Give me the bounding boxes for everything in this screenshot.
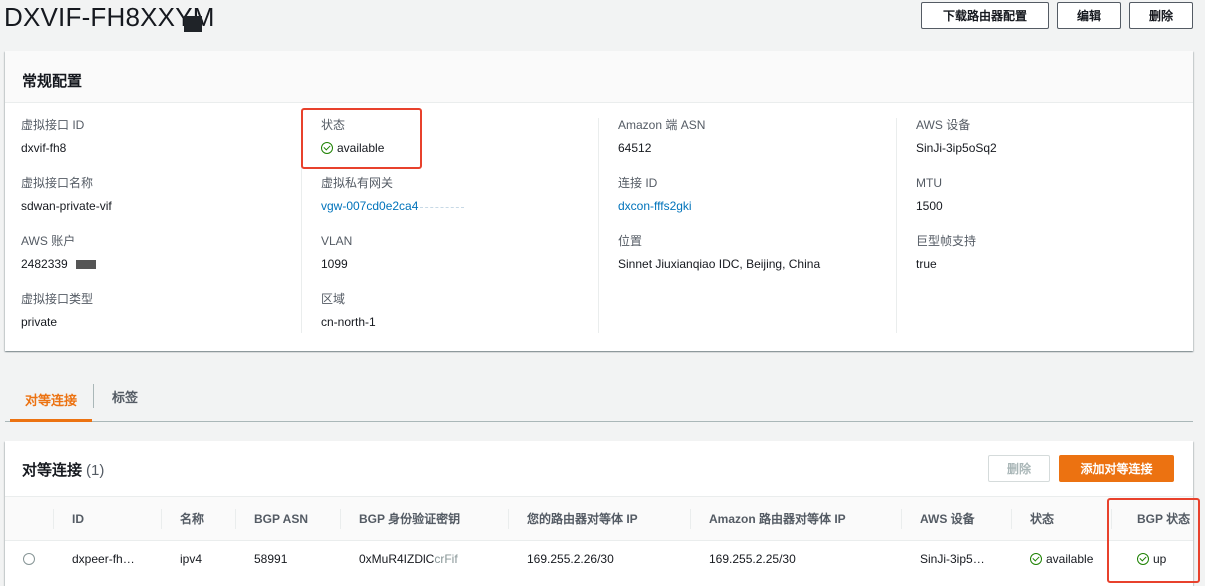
cell-amazon-ip: 169.255.2.25/30	[709, 551, 796, 566]
highlight-box-state	[301, 108, 422, 169]
col-header-aws-device[interactable]: AWS 设备	[901, 497, 1011, 540]
download-router-config-button[interactable]: 下载路由器配置	[921, 2, 1049, 29]
table-header: ID 名称 BGP ASN BGP 身份验证密钥 您的路由器对等体 IP Ama…	[5, 496, 1193, 541]
peerings-count: (1)	[86, 462, 105, 479]
field-label: VLAN	[321, 234, 353, 248]
col-header-id[interactable]: ID	[53, 497, 161, 540]
col-header-bgp-key[interactable]: BGP 身份验证密钥	[340, 497, 508, 540]
highlight-box-bgp-state	[1107, 498, 1200, 583]
field-value: private	[21, 315, 58, 329]
vgw-link[interactable]: vgw-007cd0e2ca4	[321, 199, 583, 213]
general-col-4: AWS 设备 SinJi-3ip5oSq2 MTU 1500 巨型帧支持 tru…	[896, 118, 1178, 333]
tab-peerings[interactable]: 对等连接	[10, 380, 92, 422]
check-circle-icon	[1030, 552, 1042, 565]
field-region: 区域 cn-north-1	[321, 292, 583, 350]
edit-button[interactable]: 编辑	[1057, 2, 1121, 29]
col-header-your-ip[interactable]: 您的路由器对等体 IP	[508, 497, 690, 540]
col-header-amazon-ip[interactable]: Amazon 路由器对等体 IP	[690, 497, 901, 540]
general-col-1: 虚拟接口 ID dxvif-fh8 虚拟接口名称 sdwan-private-v…	[5, 118, 287, 333]
field-jumbo-frames: 巨型帧支持 true	[916, 234, 1178, 292]
cell-aws-device: SinJi-3ip5…	[920, 551, 985, 566]
field-label: 连接 ID	[618, 176, 658, 190]
tab-tags[interactable]: 标签	[93, 384, 138, 408]
peerings-title: 对等连接 (1)	[22, 462, 105, 479]
field-label: MTU	[916, 176, 942, 190]
col-header-state[interactable]: 状态	[1011, 497, 1111, 540]
general-config-heading: 常规配置	[5, 51, 1193, 103]
field-mtu: MTU 1500	[916, 176, 1178, 234]
field-value: 64512	[618, 141, 652, 155]
add-peering-button[interactable]: 添加对等连接	[1059, 455, 1174, 482]
field-label: AWS 设备	[916, 118, 971, 132]
field-vlan: VLAN 1099	[321, 234, 583, 292]
field-vif-type: 虚拟接口类型 private	[21, 292, 287, 350]
field-label: 巨型帧支持	[916, 234, 977, 248]
field-value: SinJi-3ip5oSq2	[916, 141, 997, 155]
field-label: 区域	[321, 292, 346, 306]
redaction-mark	[184, 16, 202, 32]
cell-name: ipv4	[180, 551, 203, 566]
cell-state: available	[1011, 541, 1093, 576]
field-vif-name: 虚拟接口名称 sdwan-private-vif	[21, 176, 287, 234]
general-col-3: Amazon 端 ASN 64512 连接 ID dxcon-fffs2gki …	[598, 118, 880, 333]
radio-button[interactable]	[23, 552, 35, 565]
field-label: 虚拟接口 ID	[21, 118, 85, 132]
field-location: 位置 Sinnet Jiuxianqiao IDC, Beijing, Chin…	[618, 234, 880, 292]
col-header-name[interactable]: 名称	[161, 497, 235, 540]
field-value: sdwan-private-vif	[21, 199, 112, 213]
field-value: 1099	[321, 257, 348, 271]
field-value: 2482339	[21, 257, 287, 271]
cell-bgp-asn: 58991	[254, 551, 288, 566]
table-row[interactable]: dxpeer-fh… ipv4 58991 0xMuR4IZDlC crFif 1…	[5, 541, 1193, 586]
field-label: Amazon 端 ASN	[618, 118, 706, 132]
field-vif-id: 虚拟接口 ID dxvif-fh8	[21, 118, 287, 176]
field-value: true	[916, 257, 937, 271]
redaction-mark	[75, 260, 96, 270]
field-value: Sinnet Jiuxianqiao IDC, Beijing, China	[618, 257, 821, 271]
field-label: AWS 账户	[21, 234, 76, 248]
delete-peering-button[interactable]: 删除	[988, 455, 1050, 482]
field-value: cn-north-1	[321, 315, 376, 329]
peerings-panel: 对等连接 (1) 删除 添加对等连接 ID 名称 BGP ASN BGP 身份验证…	[5, 441, 1193, 586]
field-value: dxvif-fh8	[21, 141, 67, 155]
field-connection-id: 连接 ID dxcon-fffs2gki	[618, 176, 880, 234]
redaction-mark	[420, 205, 465, 209]
row-select-radio[interactable]	[23, 541, 53, 576]
field-label: 位置	[618, 234, 643, 248]
field-label: 虚拟接口名称	[21, 176, 94, 190]
cell-id: dxpeer-fh…	[72, 551, 135, 566]
connection-link[interactable]: dxcon-fffs2gki	[618, 199, 880, 213]
general-config-panel: 常规配置 虚拟接口 ID dxvif-fh8 虚拟接口名称 sdwan-priv…	[5, 51, 1193, 351]
cell-your-ip: 169.255.2.26/30	[527, 551, 614, 566]
field-vgw: 虚拟私有网关 vgw-007cd0e2ca4	[321, 176, 583, 234]
field-value: 1500	[916, 199, 943, 213]
col-header-bgp-asn[interactable]: BGP ASN	[235, 497, 340, 540]
field-aws-account: AWS 账户 2482339	[21, 234, 287, 292]
field-label: 虚拟接口类型	[21, 292, 94, 306]
field-label: 虚拟私有网关	[321, 176, 394, 190]
cell-bgp-key: 0xMuR4IZDlC crFif	[359, 551, 458, 566]
delete-button[interactable]: 删除	[1129, 2, 1193, 29]
field-aws-device: AWS 设备 SinJi-3ip5oSq2	[916, 118, 1178, 176]
tab-bar: 对等连接 标签	[5, 380, 1193, 422]
field-amazon-asn: Amazon 端 ASN 64512	[618, 118, 880, 176]
